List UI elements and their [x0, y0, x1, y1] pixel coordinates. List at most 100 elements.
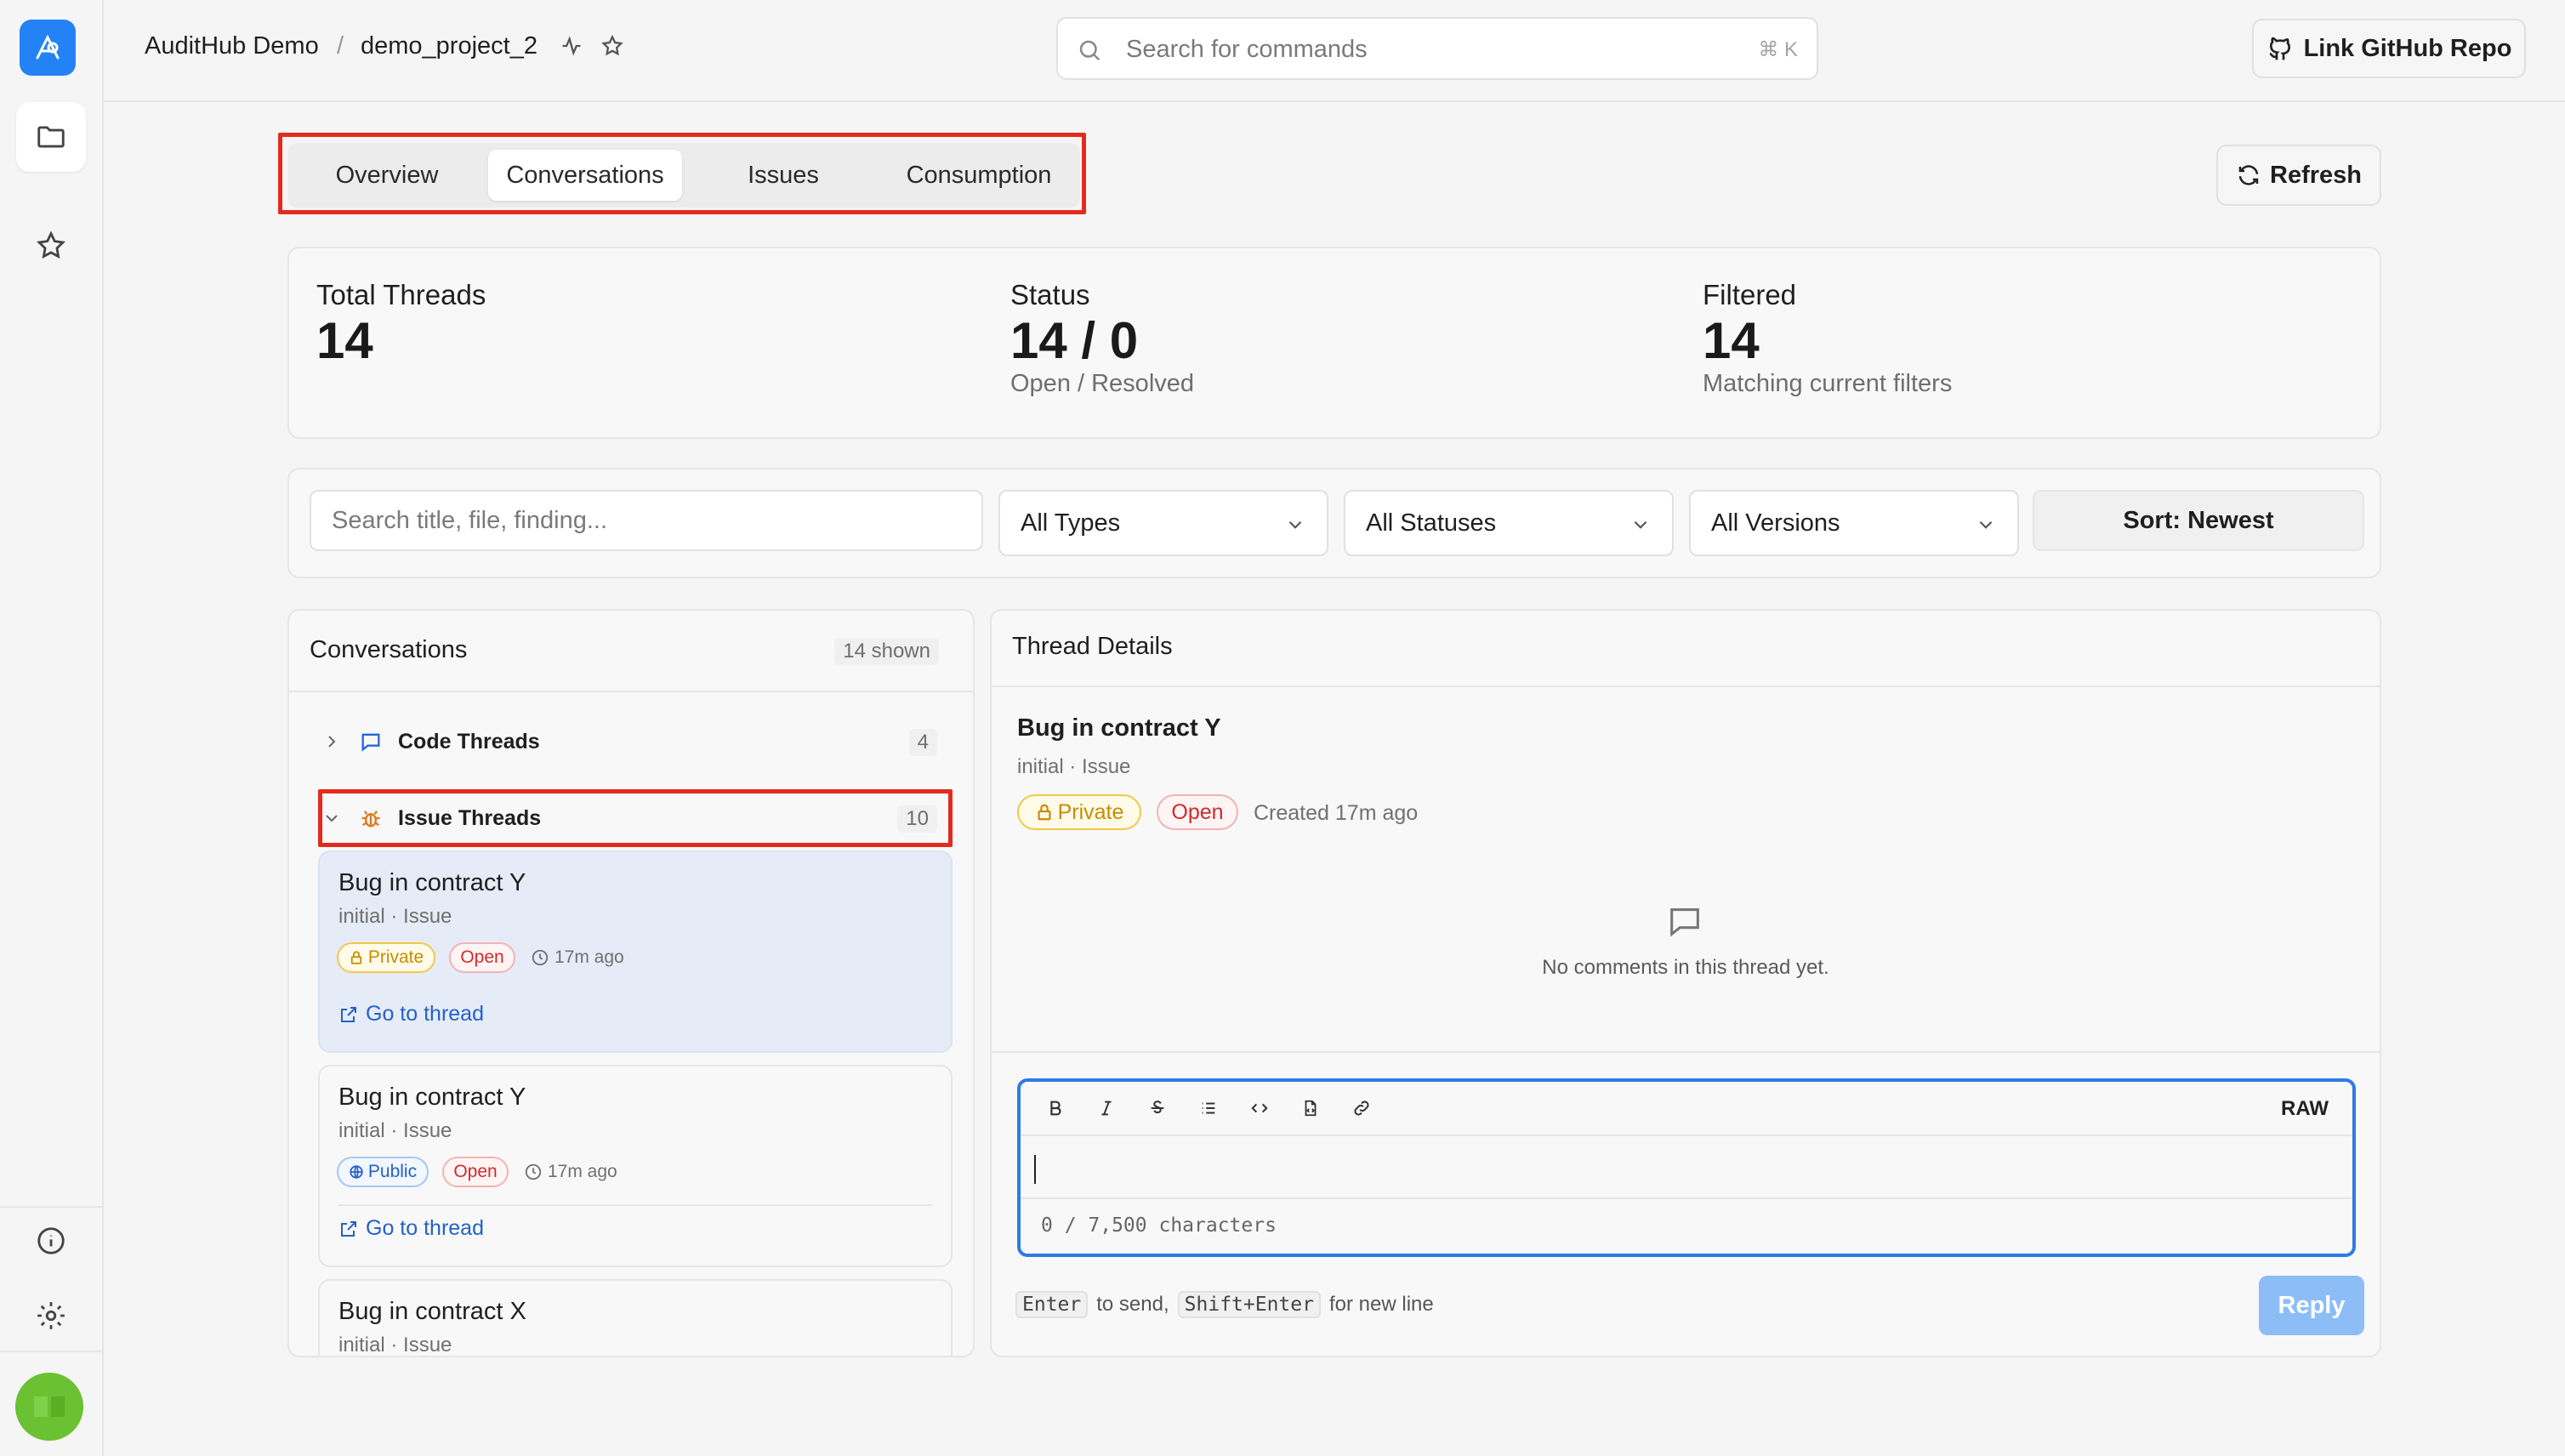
info-icon[interactable]: [16, 1206, 86, 1276]
group-code-threads-count: 4: [908, 729, 937, 756]
star-icon[interactable]: [16, 211, 86, 281]
link-github-button[interactable]: Link GitHub Repo: [2252, 19, 2526, 78]
thread-title: Bug in contract Y: [338, 1083, 526, 1111]
gear-icon[interactable]: [16, 1281, 86, 1351]
chevron-down-icon: [326, 815, 338, 822]
stat-total-value: 14: [316, 312, 373, 369]
stat-total: Total Threads 14: [316, 279, 486, 370]
breadcrumb-project[interactable]: demo_project_2: [361, 32, 537, 60]
link-github-label: Link GitHub Repo: [2303, 34, 2512, 62]
created-time: Created 17m ago: [1254, 801, 1419, 825]
breadcrumb-org[interactable]: AuditHub Demo: [145, 32, 319, 60]
raw-toggle[interactable]: RAW: [2281, 1097, 2329, 1121]
comment-editor[interactable]: RAW 0 / 7,500 characters: [1017, 1078, 2356, 1257]
activity-icon[interactable]: [560, 34, 583, 62]
hint-newline: for new line: [1328, 1293, 1434, 1316]
group-code-threads[interactable]: Code Threads 4: [318, 714, 949, 769]
command-search[interactable]: Search for commands ⌘ K: [1056, 17, 1818, 80]
comment-icon: [1665, 901, 1704, 945]
bug-icon: [361, 810, 380, 828]
thread-sub: initial · Issue: [338, 1119, 452, 1142]
tab-issues[interactable]: Issues: [691, 150, 876, 201]
rail-divider: [0, 1351, 104, 1352]
github-icon: [2269, 37, 2290, 60]
strikethrough-icon[interactable]: [1145, 1095, 1170, 1121]
private-badge: Private: [1017, 794, 1141, 830]
list-icon[interactable]: [1196, 1095, 1221, 1121]
thread-card[interactable]: Bug in contract Y initial · Issue Privat…: [318, 850, 953, 1053]
refresh-icon: [2238, 165, 2259, 185]
chevron-right-icon: [328, 736, 336, 748]
external-link-icon: [341, 1220, 356, 1237]
code-icon[interactable]: [1247, 1095, 1272, 1121]
clock-icon: [525, 1163, 542, 1180]
tab-conversations[interactable]: Conversations: [488, 150, 682, 201]
card-divider: [338, 1204, 932, 1206]
group-code-threads-label: Code Threads: [398, 729, 540, 754]
link-icon[interactable]: [1349, 1095, 1374, 1121]
avatar[interactable]: [15, 1373, 83, 1441]
globe-icon: [350, 1165, 363, 1179]
stat-filtered-sub: Matching current filters: [1703, 370, 1953, 397]
group-issue-threads[interactable]: Issue Threads 10: [318, 791, 949, 845]
reply-button[interactable]: Reply: [2259, 1276, 2364, 1335]
types-select[interactable]: All Types: [998, 490, 1328, 556]
char-count: 0 / 7,500 characters: [1041, 1214, 1277, 1237]
thread-sub: initial · Issue: [338, 905, 452, 928]
file-code-icon[interactable]: [1298, 1095, 1323, 1121]
stat-total-label: Total Threads: [316, 279, 486, 310]
versions-select[interactable]: All Versions: [1689, 490, 2019, 556]
breadcrumb-separator: /: [337, 32, 344, 60]
text-cursor: [1034, 1155, 1036, 1184]
lock-icon: [1038, 804, 1051, 821]
public-badge-label: Public: [367, 1162, 418, 1181]
private-badge-label: Private: [1057, 799, 1124, 824]
bold-icon[interactable]: [1043, 1095, 1068, 1121]
shown-count: 14 shown: [834, 638, 939, 665]
thread-card[interactable]: Bug in contract Y initial · Issue Public…: [318, 1065, 953, 1267]
empty-comments: No comments in this thread yet.: [1542, 956, 1829, 979]
left-rail: [0, 0, 104, 1456]
filter-bar: Search title, file, finding... All Types…: [287, 468, 2381, 578]
search-icon: [1077, 37, 1102, 67]
lock-icon: [350, 951, 361, 964]
folder-icon[interactable]: [16, 102, 86, 172]
group-issue-threads-count: 10: [897, 805, 937, 833]
stat-status-value: 14 / 0: [1010, 312, 1139, 369]
search-placeholder: Search for commands: [1126, 36, 1368, 63]
chevron-down-icon: [1634, 520, 1647, 529]
go-to-thread-link[interactable]: Go to thread: [338, 1216, 484, 1241]
italic-icon[interactable]: [1094, 1095, 1119, 1121]
thread-card[interactable]: Bug in contract X initial · Issue: [318, 1279, 953, 1356]
external-link-icon: [341, 1006, 356, 1022]
stat-status: Status 14 / 0 Open / Resolved: [1010, 279, 1194, 398]
group-issue-threads-label: Issue Threads: [398, 805, 542, 830]
thread-details-panel: Thread Details Bug in contract Y initial…: [990, 609, 2381, 1357]
refresh-button[interactable]: Refresh: [2216, 145, 2381, 206]
enter-key: Enter: [1015, 1291, 1089, 1318]
comment-textarea[interactable]: [1021, 1136, 2352, 1199]
composer-divider: [992, 1051, 2380, 1053]
go-to-thread-label: Go to thread: [366, 1002, 484, 1026]
app-logo-icon[interactable]: [20, 20, 76, 76]
thread-title: Bug in contract X: [338, 1298, 526, 1325]
keyboard-hint: Enter to send, Shift+Enter for new line: [1015, 1291, 1434, 1318]
public-badge: Public: [337, 1157, 429, 1187]
editor-toolbar: RAW: [1021, 1082, 2352, 1136]
stat-filtered-label: Filtered: [1703, 279, 1797, 310]
filter-search-input[interactable]: Search title, file, finding...: [310, 490, 983, 551]
tab-overview[interactable]: Overview: [294, 150, 480, 201]
conversations-header: Conversations 14 shown: [289, 611, 973, 692]
detail-thread-title: Bug in contract Y: [1017, 714, 1221, 742]
statuses-select[interactable]: All Statuses: [1344, 490, 1674, 556]
thread-time-label: 17m ago: [555, 947, 624, 967]
favorite-star-icon[interactable]: [600, 34, 624, 62]
thread-time: 17m ago: [524, 1162, 617, 1182]
clock-icon: [532, 949, 549, 966]
go-to-thread-link[interactable]: Go to thread: [338, 1002, 484, 1027]
detail-thread-sub: initial · Issue: [1017, 755, 1131, 778]
sort-button[interactable]: Sort: Newest: [2033, 490, 2364, 551]
tab-consumption[interactable]: Consumption: [884, 150, 1073, 201]
statuses-select-value: All Statuses: [1366, 509, 1497, 537]
stat-status-label: Status: [1010, 279, 1090, 310]
